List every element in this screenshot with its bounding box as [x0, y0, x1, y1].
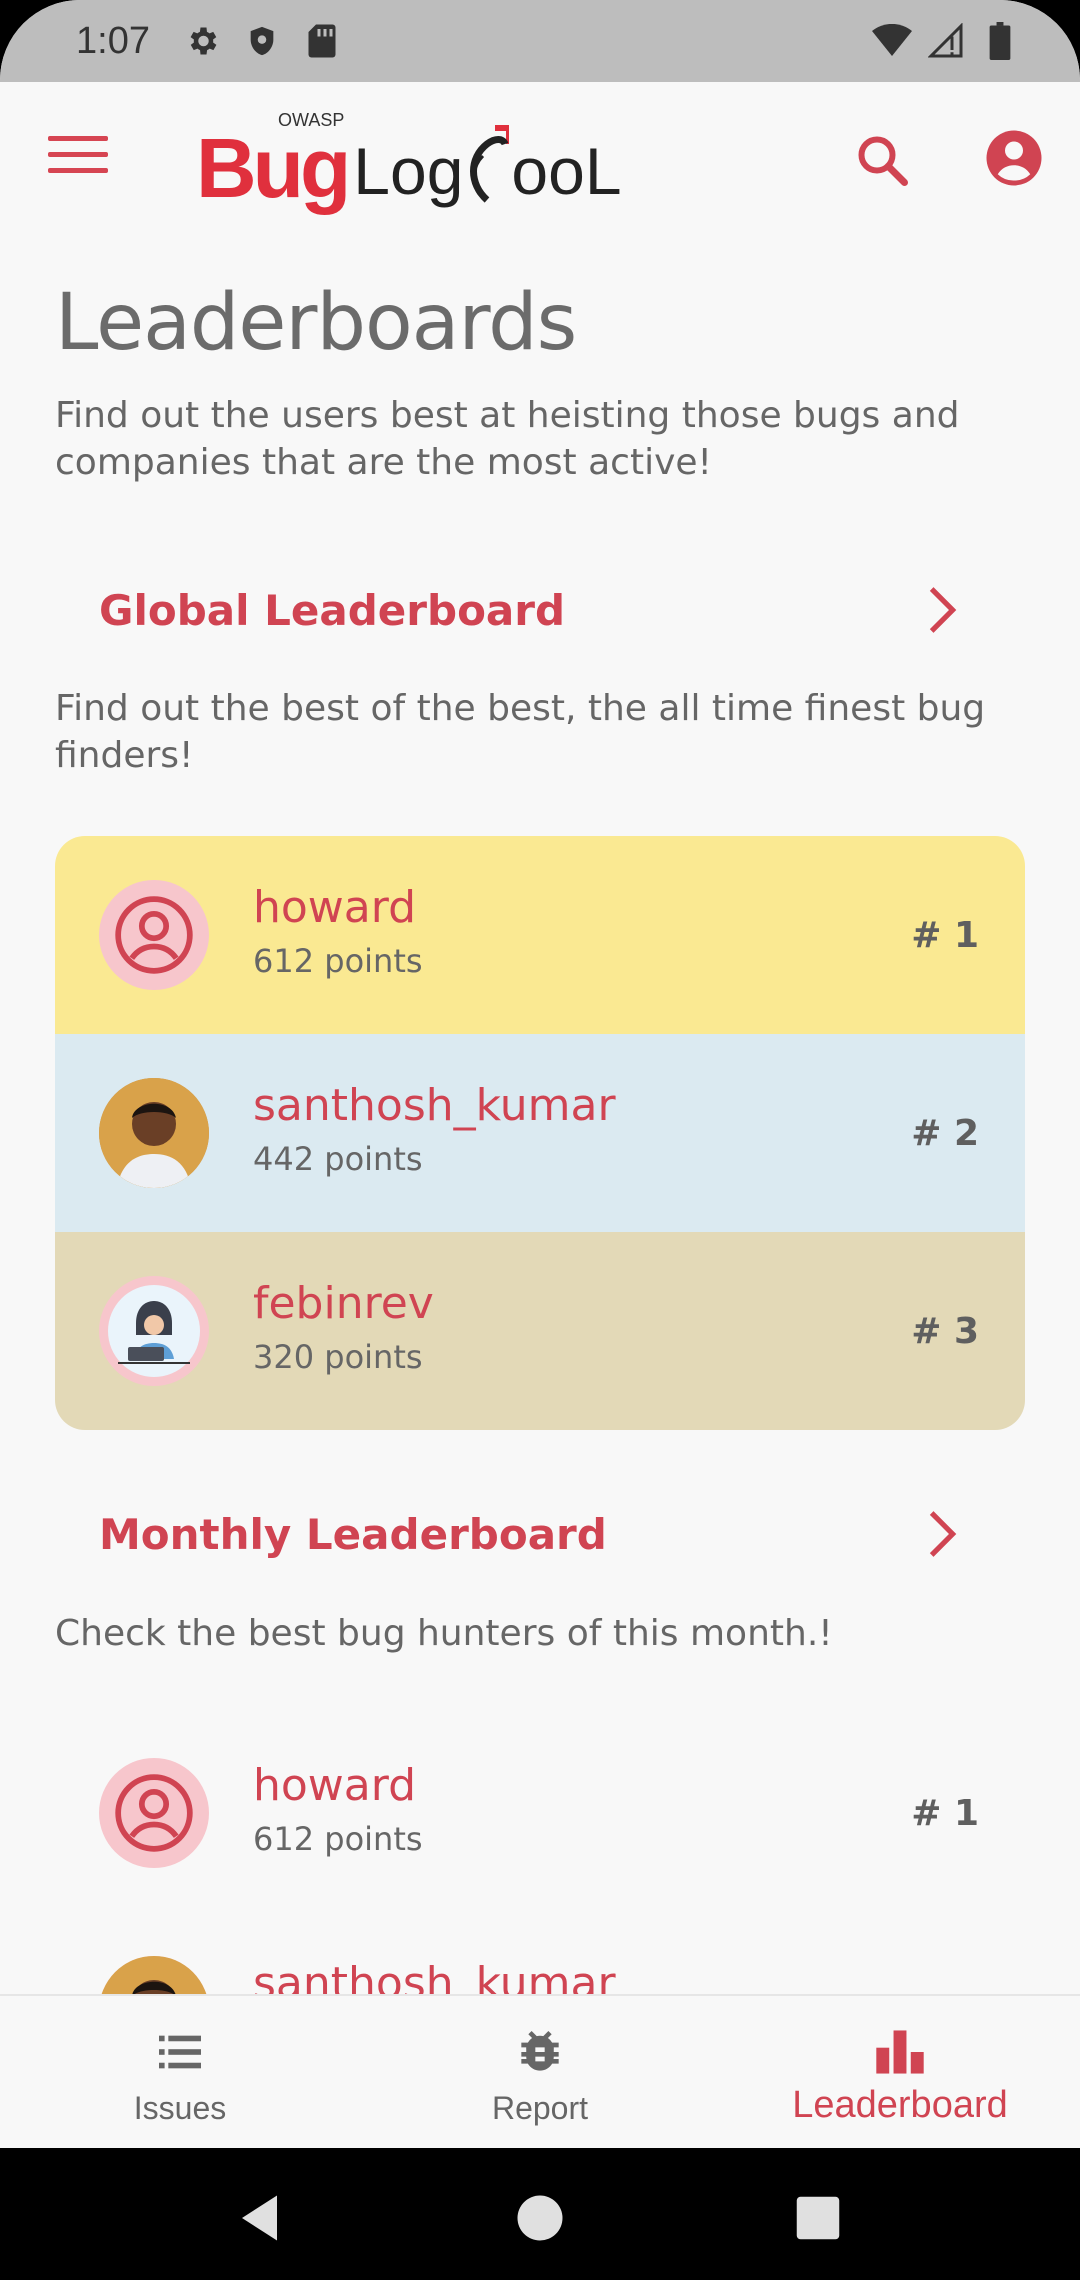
- global-leaderboard-description: Find out the best of the best, the all t…: [55, 688, 986, 776]
- account-icon[interactable]: [984, 128, 1044, 188]
- nav-label: Issues: [133, 2090, 227, 2126]
- system-navigation-bar: [0, 2148, 1080, 2280]
- status-bar: 1:07: [0, 0, 1080, 82]
- leaderboard-row[interactable]: howard 612 points # 1: [55, 1714, 1025, 1912]
- monthly-leaderboard-title: Monthly Leaderboard: [99, 1509, 607, 1559]
- nav-label: Leaderboard: [792, 2084, 1008, 2126]
- rank-badge: # 1: [911, 1792, 979, 1834]
- illustrated-avatar: [99, 1276, 209, 1386]
- chevron-right-icon[interactable]: [913, 582, 969, 638]
- list-icon: [152, 2024, 208, 2080]
- user-name: santhosh_kumar: [253, 1080, 616, 1131]
- user-points: 320 points: [253, 1338, 423, 1376]
- home-icon[interactable]: [510, 2188, 570, 2248]
- nav-report[interactable]: Report: [360, 1996, 720, 2148]
- user-points: 442 points: [253, 1140, 423, 1178]
- photo-avatar: [99, 1078, 209, 1188]
- default-avatar-icon: [99, 1758, 209, 1868]
- leaderboard-row[interactable]: santhosh_kumar: [55, 1912, 1025, 1994]
- screen: 1:07 OWASP Bug Log ooL Leaderboards Find…: [0, 0, 1080, 2148]
- user-name: howard: [253, 1760, 417, 1811]
- chevron-right-icon[interactable]: [913, 1506, 969, 1562]
- photo-avatar: [99, 1956, 209, 1994]
- monthly-leaderboard-header[interactable]: Monthly Leaderboard: [55, 1494, 1025, 1574]
- bar-chart-icon: [872, 2024, 928, 2080]
- main-content[interactable]: Leaderboards Find out the users best at …: [0, 238, 1080, 1994]
- shield-icon: [242, 21, 282, 61]
- user-points: 612 points: [253, 942, 423, 980]
- app-bar: OWASP Bug Log ooL: [0, 82, 1080, 238]
- logo-owasp-text: OWASP: [278, 110, 345, 130]
- global-leaderboard-title: Global Leaderboard: [99, 585, 566, 635]
- user-points: 612 points: [253, 1820, 423, 1858]
- monthly-leaderboard-description: Check the best bug hunters of this month…: [55, 1613, 833, 1654]
- logo-log-text: Log: [353, 134, 464, 208]
- leaderboard-row[interactable]: howard 612 points # 1: [55, 836, 1025, 1034]
- recents-icon[interactable]: [788, 2188, 848, 2248]
- rank-badge: # 3: [911, 1310, 979, 1352]
- page-description: Find out the users best at heisting thos…: [55, 395, 960, 483]
- bottom-navigation: Issues Report Leaderboard: [0, 1994, 1080, 2148]
- global-leaderboard-list: howard 612 points # 1 santhosh_kumar 442…: [55, 836, 1025, 1430]
- global-leaderboard-header[interactable]: Global Leaderboard: [55, 570, 1025, 650]
- signal-icon: [926, 21, 966, 61]
- rank-badge: # 1: [911, 914, 979, 956]
- settings-icon: [182, 21, 222, 61]
- phone: 1:07 OWASP Bug Log ooL Leaderboards Find…: [0, 0, 1080, 2280]
- logo-bug-text: Bug: [196, 121, 351, 215]
- monthly-leaderboard-list: howard 612 points # 1 santhosh_kumar: [55, 1714, 1025, 1994]
- user-name: howard: [253, 882, 417, 933]
- user-name: febinrev: [253, 1278, 434, 1329]
- sd-card-icon: [302, 21, 342, 61]
- user-name: santhosh_kumar: [253, 1958, 616, 1994]
- search-icon[interactable]: [852, 130, 912, 190]
- wifi-icon: [872, 21, 912, 61]
- default-avatar-icon: [99, 880, 209, 990]
- nav-leaderboard[interactable]: Leaderboard: [720, 1996, 1080, 2148]
- logo-tool-text: ooL: [511, 134, 622, 208]
- bug-icon: [512, 2024, 568, 2080]
- leaderboard-row[interactable]: febinrev 320 points # 3: [55, 1232, 1025, 1430]
- leaderboard-row[interactable]: santhosh_kumar 442 points # 2: [55, 1034, 1025, 1232]
- menu-icon[interactable]: [48, 136, 108, 184]
- status-time: 1:07: [76, 19, 150, 62]
- back-icon[interactable]: [232, 2188, 292, 2248]
- page-title: Leaderboards: [55, 278, 577, 368]
- rank-badge: # 2: [911, 1112, 979, 1154]
- bugheist-logo[interactable]: OWASP Bug Log ooL: [196, 110, 622, 210]
- nav-label: Report: [491, 2090, 589, 2126]
- nav-issues[interactable]: Issues: [0, 1996, 360, 2148]
- battery-icon: [980, 21, 1020, 61]
- logo-tool-icon: [465, 124, 513, 204]
